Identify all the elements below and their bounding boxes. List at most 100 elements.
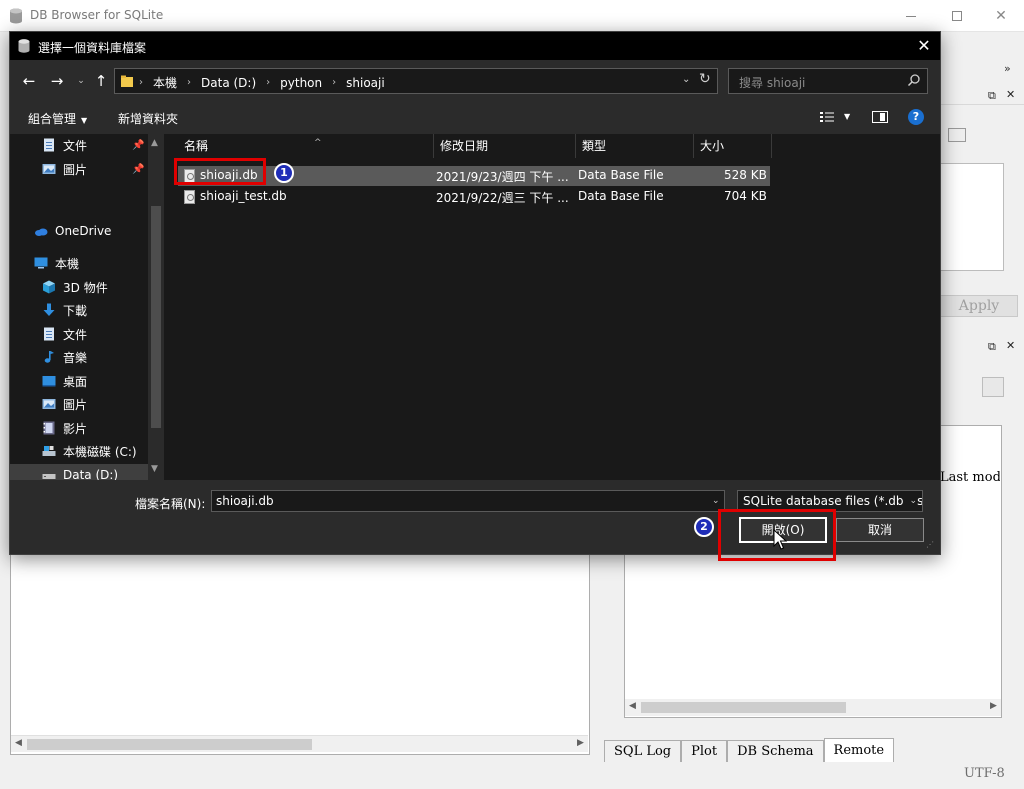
breadcrumb-item[interactable]: shioaji bbox=[346, 76, 385, 90]
open-file-dialog: 選擇一個資料庫檔案 ✕ ← → ⌄ ↑ › 本機 › Data (D:) › p… bbox=[9, 31, 941, 555]
float-pane-icon[interactable]: ⧉ bbox=[988, 340, 996, 354]
scroll-right-icon[interactable]: ▶ bbox=[990, 701, 997, 711]
scroll-left-icon[interactable]: ◀ bbox=[15, 738, 22, 748]
more-toolbar-icon[interactable]: » bbox=[1004, 62, 1011, 75]
sidebar-item-3d-objects[interactable]: 3D 物件 bbox=[10, 276, 148, 298]
sidebar-item-pictures[interactable]: 圖片 bbox=[10, 393, 148, 415]
search-input[interactable]: 搜尋 shioaji bbox=[728, 68, 928, 94]
sidebar-item-pictures-quick[interactable]: 圖片 📌 bbox=[10, 158, 148, 180]
scrollbar-thumb[interactable] bbox=[641, 702, 846, 713]
sidebar-item-videos[interactable]: 影片 bbox=[10, 417, 148, 439]
column-header-type[interactable]: 類型 bbox=[576, 134, 694, 158]
sidebar-item-label: 圖片 bbox=[63, 397, 88, 412]
breadcrumb-item[interactable]: python bbox=[280, 76, 322, 90]
step-badge-1: 1 bbox=[274, 163, 294, 183]
new-folder-button[interactable]: 新增資料夾 bbox=[118, 110, 178, 127]
file-row[interactable]: shioaji_test.db 2021/9/22/週三 下午 ... Data… bbox=[178, 187, 770, 207]
pin-icon[interactable]: 📌 bbox=[132, 164, 144, 175]
search-icon[interactable] bbox=[907, 73, 921, 87]
organize-menu-button[interactable]: 組合管理 ▼ bbox=[28, 110, 87, 127]
address-dropdown-icon[interactable]: ⌄ bbox=[682, 74, 690, 85]
up-arrow-icon[interactable]: ↑ bbox=[92, 72, 110, 90]
drive-icon bbox=[42, 446, 56, 456]
drive-icon bbox=[42, 474, 56, 479]
address-bar[interactable]: › 本機 › Data (D:) › python › shioaji ⌄ ↻ bbox=[114, 68, 718, 94]
breadcrumb-item[interactable]: Data (D:) bbox=[201, 76, 256, 90]
float-pane-icon[interactable]: ⧉ bbox=[988, 89, 996, 103]
sidebar-item-drive-d[interactable]: Data (D:) bbox=[10, 464, 148, 480]
breadcrumb-separator-icon[interactable]: › bbox=[266, 77, 270, 88]
close-pane-icon[interactable]: ✕ bbox=[1006, 88, 1015, 101]
help-icon[interactable]: ? bbox=[908, 109, 924, 125]
folder-icon bbox=[121, 75, 133, 87]
file-list[interactable]: ^ 名稱 修改日期 類型 大小 shioaji.db 2021/9/23/週四 … bbox=[164, 134, 940, 480]
chevron-down-icon: ▼ bbox=[81, 116, 88, 125]
column-header-label: 名稱 bbox=[184, 139, 209, 153]
database-structure-panel[interactable] bbox=[10, 552, 590, 755]
scrollbar-thumb[interactable] bbox=[27, 739, 312, 750]
edit-mode-icon[interactable] bbox=[948, 128, 966, 142]
remote-action-icon[interactable] bbox=[982, 377, 1004, 397]
filename-input[interactable]: shioaji.db bbox=[211, 490, 725, 512]
close-dialog-button[interactable]: ✕ bbox=[912, 35, 936, 57]
sidebar-item-documents[interactable]: 文件 bbox=[10, 323, 148, 345]
breadcrumb-item[interactable]: 本機 bbox=[153, 74, 177, 91]
minimize-button[interactable] bbox=[888, 0, 934, 32]
remote-column-last-modified[interactable]: Last modified bbox=[940, 470, 1000, 485]
sidebar-item-label: 本機磁碟 (C:) bbox=[63, 444, 137, 459]
document-icon bbox=[44, 327, 54, 341]
tab-sql-log[interactable]: SQL Log bbox=[604, 740, 682, 762]
scroll-down-icon[interactable]: ▼ bbox=[151, 464, 158, 474]
chevron-down-icon[interactable]: ▼ bbox=[844, 112, 850, 121]
view-options-icon[interactable] bbox=[820, 111, 834, 123]
back-arrow-icon[interactable]: ← bbox=[20, 72, 38, 90]
column-header-modified[interactable]: 修改日期 bbox=[434, 134, 576, 158]
database-file-icon bbox=[184, 190, 195, 204]
column-header-name[interactable]: ^ 名稱 bbox=[178, 134, 434, 158]
scroll-right-icon[interactable]: ▶ bbox=[577, 738, 584, 748]
scroll-up-icon[interactable]: ▲ bbox=[151, 138, 158, 148]
sidebar-item-this-pc[interactable]: 本機 bbox=[10, 252, 148, 274]
close-window-button[interactable]: ✕ bbox=[978, 0, 1024, 32]
file-type: Data Base File bbox=[578, 168, 664, 182]
navigation-pane[interactable]: 文件 📌 圖片 📌 OneDrive 本機 3D 物件 下載 文件 音樂 桌面 … bbox=[10, 134, 164, 480]
recent-locations-chevron-icon[interactable]: ⌄ bbox=[72, 76, 90, 86]
picture-icon bbox=[42, 164, 56, 174]
sidebar-item-desktop[interactable]: 桌面 bbox=[10, 370, 148, 392]
scroll-left-icon[interactable]: ◀ bbox=[629, 701, 636, 711]
tab-plot[interactable]: Plot bbox=[681, 740, 728, 762]
cloud-icon bbox=[35, 228, 48, 236]
tab-db-schema[interactable]: DB Schema bbox=[727, 740, 824, 762]
scrollbar-thumb[interactable] bbox=[151, 206, 161, 428]
dialog-titlebar: 選擇一個資料庫檔案 ✕ bbox=[10, 32, 940, 60]
main-titlebar: DB Browser for SQLite ✕ bbox=[0, 0, 1024, 32]
sidebar-item-onedrive[interactable]: OneDrive bbox=[10, 220, 148, 242]
dock-header-remote: ⧉ ✕ bbox=[940, 338, 1024, 356]
preview-pane-icon[interactable] bbox=[872, 111, 888, 123]
sidebar-item-documents-quick[interactable]: 文件 📌 bbox=[10, 134, 148, 156]
file-name: shioaji_test.db bbox=[200, 189, 287, 203]
left-horizontal-scrollbar[interactable]: ◀ ▶ bbox=[11, 735, 588, 752]
breadcrumb-separator-icon[interactable]: › bbox=[187, 77, 191, 88]
resize-grip-icon[interactable]: ⋰ bbox=[926, 540, 936, 550]
remote-horizontal-scrollbar[interactable]: ◀ ▶ bbox=[625, 699, 1001, 716]
pin-icon[interactable]: 📌 bbox=[132, 140, 144, 151]
maximize-button[interactable] bbox=[934, 0, 980, 32]
file-row[interactable]: shioaji.db 2021/9/23/週四 下午 ... Data Base… bbox=[178, 166, 770, 186]
chevron-down-icon[interactable]: ⌄ bbox=[712, 496, 720, 506]
sidebar-item-drive-c[interactable]: 本機磁碟 (C:) bbox=[10, 440, 148, 462]
column-header-size[interactable]: 大小 bbox=[694, 134, 772, 158]
apply-button[interactable]: Apply bbox=[940, 295, 1018, 317]
cell-editor-area[interactable] bbox=[940, 163, 1004, 271]
forward-arrow-icon[interactable]: → bbox=[48, 72, 66, 90]
database-app-icon bbox=[10, 8, 22, 24]
search-placeholder: 搜尋 shioaji bbox=[739, 76, 806, 90]
sidebar-item-music[interactable]: 音樂 bbox=[10, 346, 148, 368]
breadcrumb-separator-icon[interactable]: › bbox=[332, 77, 336, 88]
sidebar-item-downloads[interactable]: 下載 bbox=[10, 299, 148, 321]
refresh-icon[interactable]: ↻ bbox=[699, 71, 711, 87]
tab-remote[interactable]: Remote bbox=[823, 738, 895, 762]
sidebar-scrollbar[interactable]: ▲ ▼ bbox=[148, 134, 164, 480]
cancel-button[interactable]: 取消 bbox=[836, 518, 924, 542]
close-pane-icon[interactable]: ✕ bbox=[1006, 339, 1015, 352]
